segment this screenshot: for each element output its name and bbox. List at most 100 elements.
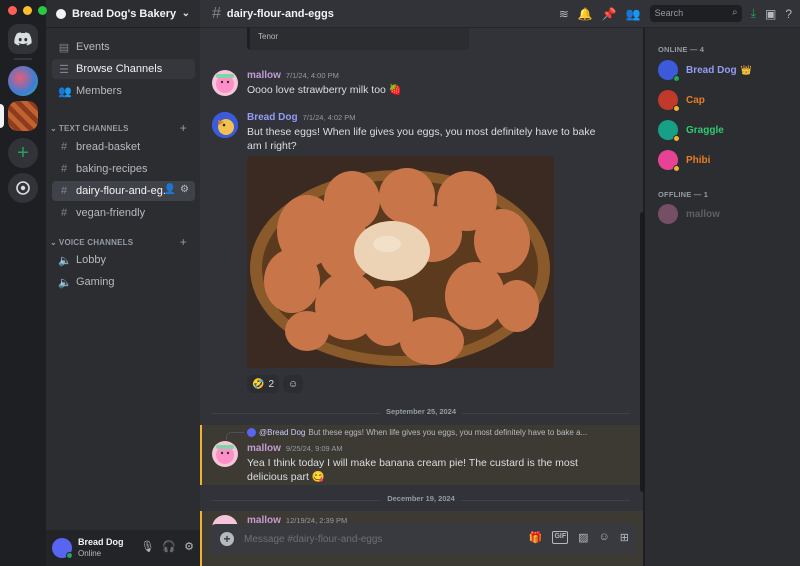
minimize-window-button[interactable] [23,6,32,15]
gear-icon[interactable]: ⚙ [184,540,194,553]
members-icon: 👥 [58,85,72,98]
inbox-icon[interactable]: ▣ [765,7,776,21]
server-icon-bakery[interactable] [8,101,38,131]
search-input[interactable]: Search ⌕ [649,5,742,22]
date-divider-label: December 19, 2024 [381,494,461,503]
gif-embed[interactable]: Tenor [247,28,469,50]
sidebar-item-label: Members [76,85,122,97]
server-badge-icon [56,8,66,19]
message-text: But these eggs! When life gives you eggs… [247,126,596,152]
hashtag-icon: # [60,185,68,197]
message-header: mallow 7/1/24, 4:00 PM [247,70,339,81]
channel-vegan-friendly[interactable]: # vegan-friendly [52,203,195,223]
member-item[interactable]: Graggle [658,120,724,142]
gif-icon[interactable]: GIF [552,531,569,544]
eggs-basket-image[interactable] [247,156,554,368]
server-header[interactable]: Bread Dog's Bakery ⌄ [46,0,200,28]
explore-servers-button[interactable] [8,173,38,203]
message-header: Bread Dog 7/1/24, 4:02 PM [247,112,356,123]
category-voice-channels[interactable]: ⌄ VOICE CHANNELS + [50,235,195,249]
avatar [658,150,680,172]
member-name: mallow [686,208,720,220]
server-rail: + [0,0,46,566]
member-item[interactable]: Phibi [658,150,710,172]
sidebar-item-members[interactable]: 👥 Members [52,81,195,101]
microphone-icon[interactable]: 🎙 [140,540,154,553]
member-list: ONLINE — 4 Bread Dog 👑 Cap Graggle Phibi… [645,28,800,566]
idle-status-icon [673,135,680,142]
member-item[interactable]: Bread Dog 👑 [658,60,752,82]
create-channel-icon[interactable]: + [180,235,187,249]
channel-label: Lobby [76,254,106,266]
channel-baking-recipes[interactable]: # baking-recipes [52,159,195,179]
avatar[interactable] [212,70,238,96]
apps-icon[interactable]: ⊞ [620,531,629,544]
bell-icon[interactable]: 🔔 [578,7,593,21]
reply-reference[interactable]: @Bread Dog But these eggs! When life giv… [247,428,587,437]
gear-icon[interactable]: ⚙ [180,184,189,195]
pin-icon[interactable]: 📌 [602,7,617,21]
channel-bread-basket[interactable]: # bread-basket [52,137,195,157]
emoji-icon[interactable]: ☺ [599,531,610,544]
add-server-button[interactable]: + [8,138,38,168]
avatar[interactable] [52,538,73,559]
sidebar-item-browse-channels[interactable]: ☰ Browse Channels [52,59,195,79]
chevron-down-icon: ⌄ [50,123,57,133]
hashtag-icon: # [60,163,68,175]
search-icon: ⌕ [732,7,738,18]
gift-icon[interactable]: 🎁 [529,531,543,544]
category-text-channels[interactable]: ⌄ TEXT CHANNELS + [50,121,195,135]
create-channel-icon[interactable]: + [180,121,187,135]
smiley-icon: ☺ [288,378,299,390]
avatar[interactable] [212,112,238,138]
sidebar-item-events[interactable]: ▤ Events [52,37,195,57]
maximize-window-button[interactable] [38,6,47,15]
idle-status-icon [673,105,680,112]
members-list-icon[interactable]: 👥 [626,7,641,21]
server-icon-1[interactable] [8,66,38,96]
message-text: Yea I think today I will make banana cre… [247,457,578,483]
channel-label: bread-basket [76,141,141,153]
server-separator [14,58,32,60]
voice-channel-gaming[interactable]: 🔈 Gaming [52,272,195,292]
sidebar-item-label: Browse Channels [76,63,163,75]
reaction-rofl[interactable]: 🤣 2 [247,375,280,393]
reaction-emoji: 🤣 [252,378,265,390]
message-composer[interactable]: + Message #dairy-flour-and-eggs 🎁 GIF ▨ … [210,524,637,554]
reply-avatar-icon [247,428,256,437]
download-icon[interactable]: ⤓ [751,6,756,21]
avatar [658,60,680,82]
attach-plus-icon[interactable]: + [220,532,234,546]
author-name[interactable]: Bread Dog [247,112,298,123]
reply-connector [226,432,244,440]
close-window-button[interactable] [8,6,17,15]
member-item[interactable]: Cap [658,90,705,112]
server-name: Bread Dog's Bakery [72,7,177,20]
hashtag-icon: # [212,4,221,22]
channel-label: Gaming [76,276,115,288]
author-name[interactable]: mallow [247,70,281,81]
avatar [658,90,680,112]
author-name[interactable]: mallow [247,443,281,454]
avatar[interactable] [212,441,238,467]
voice-channel-lobby[interactable]: 🔈 Lobby [52,250,195,270]
channel-label: dairy-flour-and-eg... [76,185,172,197]
date-divider: September 25, 2024 [212,407,630,416]
threads-icon[interactable]: ≋ [559,7,569,21]
category-label: VOICE CHANNELS [58,237,134,247]
help-icon[interactable]: ? [785,7,792,21]
invite-icon[interactable]: 👤 [164,184,176,195]
member-item[interactable]: mallow [658,204,720,224]
plus-icon: + [17,141,29,164]
message-input[interactable]: Message #dairy-flour-and-eggs [244,534,382,545]
online-status-icon [66,552,73,559]
direct-messages-button[interactable] [8,24,38,54]
sticker-icon[interactable]: ▨ [578,531,588,544]
channel-dairy-flour-and-eggs[interactable]: # dairy-flour-and-eg... 👤 ⚙ [52,181,195,201]
headphones-icon[interactable]: 🎧 [162,540,176,553]
date-divider: December 19, 2024 [212,494,630,503]
reactions: 🤣 2 ☺ [247,375,304,393]
message-list: Tenor mallow 7/1/24, 4:00 PM Oooo love s… [200,28,643,566]
online-header: ONLINE — 4 [658,45,705,54]
add-reaction-button[interactable]: ☺ [283,375,304,393]
